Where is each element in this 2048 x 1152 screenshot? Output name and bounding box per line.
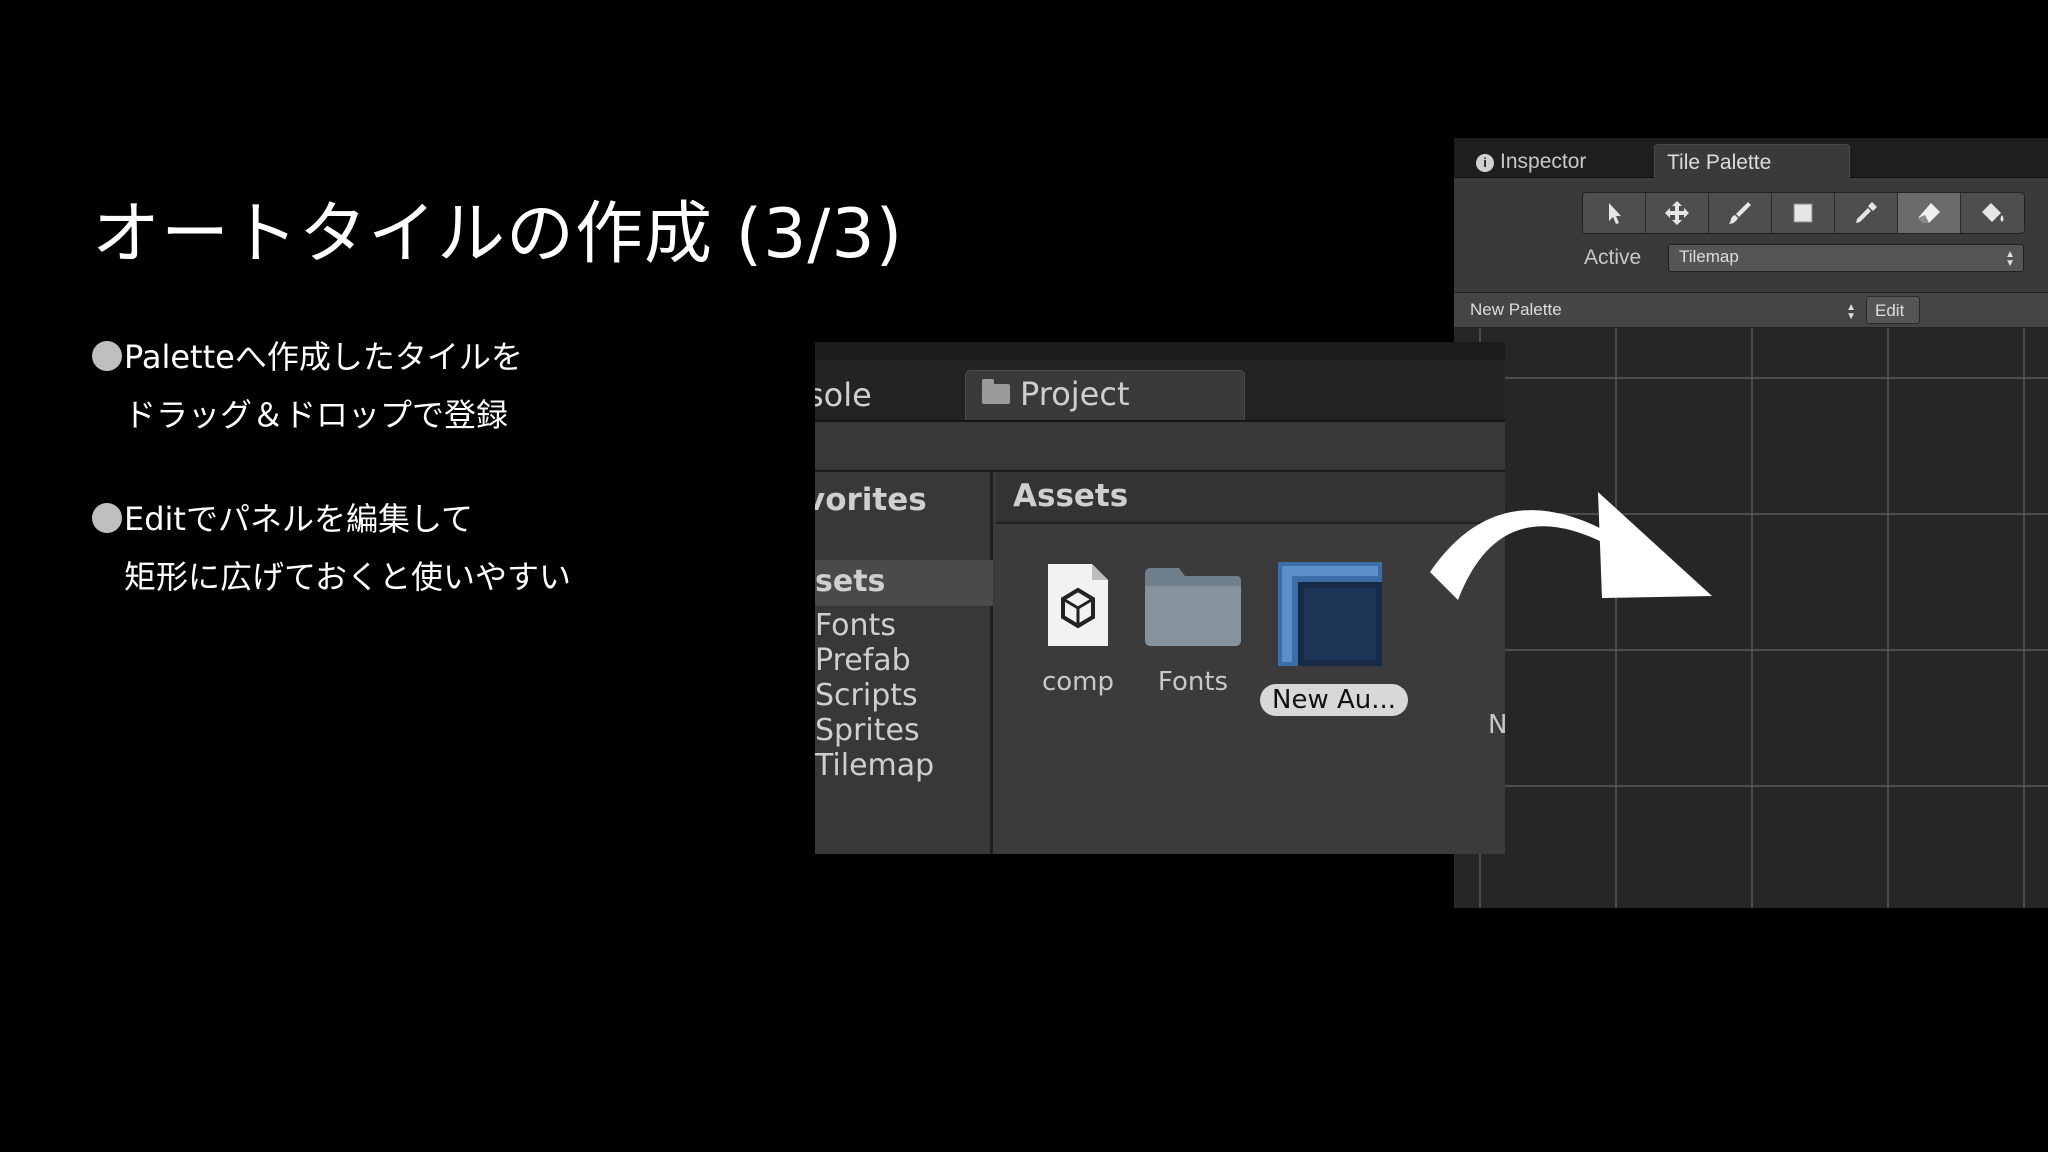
brush-tool-button[interactable] [1709, 193, 1772, 233]
tab-bar: i Inspector Tile Palette [1454, 138, 2048, 178]
autotile-icon [1278, 562, 1382, 666]
sidebar-item-prefab[interactable]: Prefab [815, 643, 993, 678]
move-tool-button[interactable] [1646, 193, 1709, 233]
palette-toolbar-area: Active Tilemap ▲ ▼ [1454, 178, 2048, 292]
sidebar-item-sprites[interactable]: Sprites [815, 713, 993, 748]
tab-project-label: Project [1020, 375, 1130, 413]
box-fill-icon [1793, 203, 1813, 223]
asset-fonts-label: Fonts [1157, 667, 1229, 697]
info-icon: i [1476, 154, 1494, 172]
fill-tool-button[interactable] [1961, 193, 2024, 233]
window-top-strip [815, 342, 1505, 360]
bullet-palette: Paletteへ作成したタイルを ドラッグ＆ドロップで登録 [92, 328, 523, 444]
bullet2-line1: Editでパネルを編集して [124, 500, 474, 538]
bullet-dot [92, 341, 122, 371]
tab-console[interactable]: sole [815, 376, 872, 414]
picker-tool-button[interactable] [1835, 193, 1898, 233]
asset-fonts[interactable]: Fonts [1123, 562, 1263, 698]
project-sidebar: vorites sets Fonts Prefab Scripts Sprite… [815, 472, 993, 854]
dropdown-arrows-icon: ▲ ▼ [1846, 302, 1856, 322]
brush-icon [1729, 202, 1751, 224]
sidebar-item-scripts[interactable]: Scripts [815, 678, 993, 713]
select-icon [1609, 203, 1621, 224]
active-label: Active [1584, 246, 1642, 269]
bullet-edit: Editでパネルを編集して 矩形に広げておくと使いやすい [92, 490, 571, 606]
select-tool-button[interactable] [1583, 193, 1646, 233]
picker-icon [1856, 202, 1877, 223]
asset-new-autotile-label: New Au... [1260, 684, 1409, 716]
favorites-header[interactable]: vorites [815, 482, 927, 518]
tab-inspector[interactable]: i Inspector [1464, 144, 1598, 178]
project-window: sole Project vorites sets Fonts Prefab S… [815, 342, 1505, 854]
sidebar-item-fonts[interactable]: Fonts [815, 608, 993, 643]
active-tilemap-dropdown[interactable]: Tilemap ▲ ▼ [1668, 244, 2024, 272]
tab-inspector-label: Inspector [1500, 150, 1587, 173]
asset-new-autotile[interactable]: New Au... [1260, 562, 1409, 716]
edit-button[interactable]: Edit [1866, 296, 1920, 324]
folder-icon [1145, 568, 1241, 646]
bullet-dot [92, 503, 122, 533]
bullet1-line1: Paletteへ作成したタイルを [124, 338, 523, 376]
palette-value: New Palette [1470, 300, 1562, 319]
project-toolbar [815, 422, 1505, 472]
slide-title: オートタイルの作成 (3/3) [92, 195, 904, 274]
palette-bar: New Palette ▲ ▼ Edit [1454, 292, 2048, 328]
folder-icon [982, 379, 1010, 404]
sidebar-item-assets[interactable]: sets [815, 560, 993, 606]
unity-file-icon [1048, 564, 1108, 646]
move-icon [1665, 201, 1689, 225]
tool-strip [1582, 192, 2025, 234]
sidebar-item-tilemap[interactable]: Tilemap [815, 748, 993, 783]
asset-comp-label: comp [1041, 667, 1115, 697]
eraser-tool-button[interactable] [1898, 193, 1961, 233]
box-fill-tool-button[interactable] [1772, 193, 1835, 233]
eraser-icon [1918, 203, 1940, 223]
bullet1-line2: ドラッグ＆ドロップで登録 [124, 396, 509, 434]
drag-arrow-icon [1430, 492, 1712, 600]
palette-dropdown[interactable]: New Palette ▲ ▼ [1460, 296, 1864, 324]
dropdown-arrows-icon: ▲ ▼ [2005, 249, 2015, 269]
asset-truncated-next[interactable]: N [1488, 710, 1505, 740]
tab-project[interactable]: Project [965, 370, 1245, 420]
tab-tile-palette-label: Tile Palette [1667, 151, 1772, 174]
tab-tile-palette[interactable]: Tile Palette [1654, 144, 1850, 178]
bullet2-line2: 矩形に広げておくと使いやすい [124, 558, 572, 596]
project-tab-bar: sole Project [815, 360, 1505, 422]
fill-icon [1981, 203, 2003, 222]
active-tilemap-value: Tilemap [1679, 247, 1739, 266]
